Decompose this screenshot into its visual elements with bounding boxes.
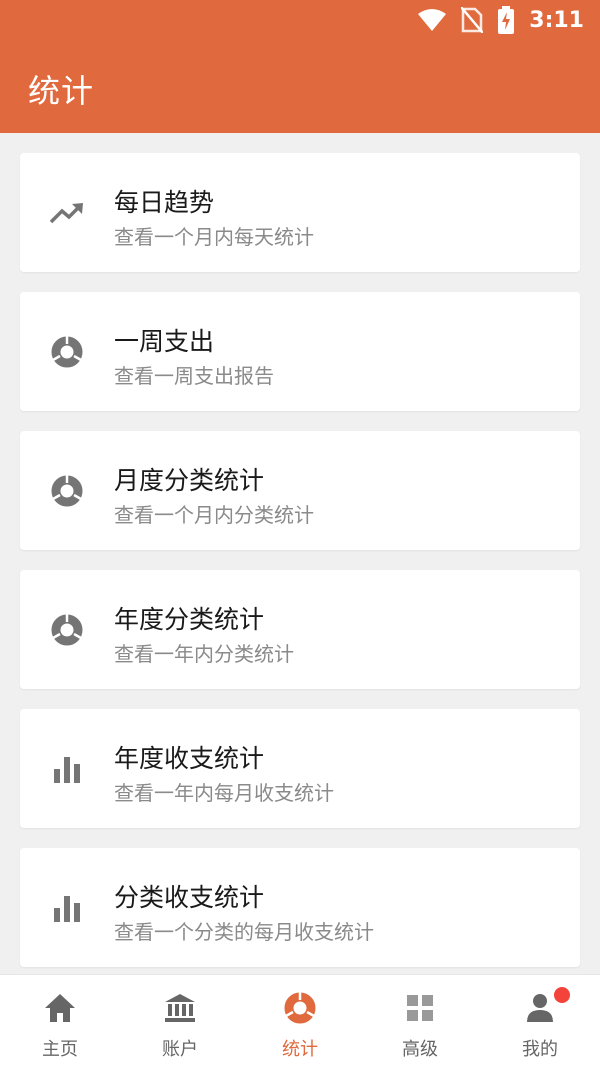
- nav-tab-label: 高级: [402, 1039, 438, 1060]
- item-title: 年度分类统计: [114, 605, 265, 634]
- item-title: 年度收支统计: [114, 744, 265, 773]
- item-description: 查看一个月内每天统计: [114, 225, 314, 249]
- item-title: 分类收支统计: [114, 883, 265, 912]
- item-title: 一周支出: [114, 327, 215, 356]
- status-time: 3:11: [529, 7, 584, 33]
- stats-list: 每日趋势 查看一个月内每天统计 一周支出 查看一周支出报告 月度分类统计 查看一…: [20, 153, 580, 987]
- donut-chart-icon: [283, 991, 317, 1025]
- item-title: 月度分类统计: [114, 466, 265, 495]
- stats-item-yearly-category[interactable]: 年度分类统计 查看一年内分类统计: [20, 570, 580, 689]
- bank-icon: [163, 991, 197, 1025]
- donut-chart-icon: [50, 335, 84, 369]
- stats-item-weekly-expense[interactable]: 一周支出 查看一周支出报告: [20, 292, 580, 411]
- wifi-icon: [417, 8, 447, 32]
- bar-chart-icon: [50, 752, 84, 786]
- item-description: 查看一个月内分类统计: [114, 503, 314, 527]
- nav-tab-home[interactable]: 主页: [0, 975, 120, 1067]
- donut-chart-icon: [50, 474, 84, 508]
- battery-charging-icon: [497, 6, 515, 34]
- status-bar: 3:11: [0, 0, 600, 40]
- donut-chart-icon: [50, 613, 84, 647]
- nav-tab-accounts[interactable]: 账户: [120, 975, 240, 1067]
- app-bar: 3:11 统计: [0, 0, 600, 133]
- stats-item-yearly-income-expense[interactable]: 年度收支统计 查看一年内每月收支统计: [20, 709, 580, 828]
- nav-tab-label: 账户: [162, 1039, 198, 1060]
- nav-tab-profile[interactable]: 我的: [480, 975, 600, 1067]
- trending-up-icon: [50, 196, 84, 230]
- person-icon: [523, 991, 557, 1025]
- notification-badge: [554, 987, 570, 1003]
- nav-tab-label: 统计: [282, 1039, 318, 1060]
- nav-tab-statistics[interactable]: 统计: [240, 975, 360, 1067]
- nav-tab-label: 主页: [42, 1039, 78, 1060]
- item-description: 查看一年内每月收支统计: [114, 781, 334, 805]
- no-sim-icon: [461, 7, 484, 33]
- item-description: 查看一周支出报告: [114, 364, 274, 388]
- nav-tab-advanced[interactable]: 高级: [360, 975, 480, 1067]
- item-title: 每日趋势: [114, 188, 215, 217]
- page-title: 统计: [28, 72, 95, 110]
- bar-chart-icon: [50, 891, 84, 925]
- stats-item-monthly-category[interactable]: 月度分类统计 查看一个月内分类统计: [20, 431, 580, 550]
- nav-tab-label: 我的: [522, 1039, 558, 1060]
- item-description: 查看一个分类的每月收支统计: [114, 920, 374, 944]
- stats-item-daily-trend[interactable]: 每日趋势 查看一个月内每天统计: [20, 153, 580, 272]
- stats-item-category-income-expense[interactable]: 分类收支统计 查看一个分类的每月收支统计: [20, 848, 580, 967]
- grid-icon: [403, 991, 437, 1025]
- bottom-navigation: 主页 账户 统计 高级 我的: [0, 974, 600, 1067]
- home-icon: [43, 991, 77, 1025]
- item-description: 查看一年内分类统计: [114, 642, 294, 666]
